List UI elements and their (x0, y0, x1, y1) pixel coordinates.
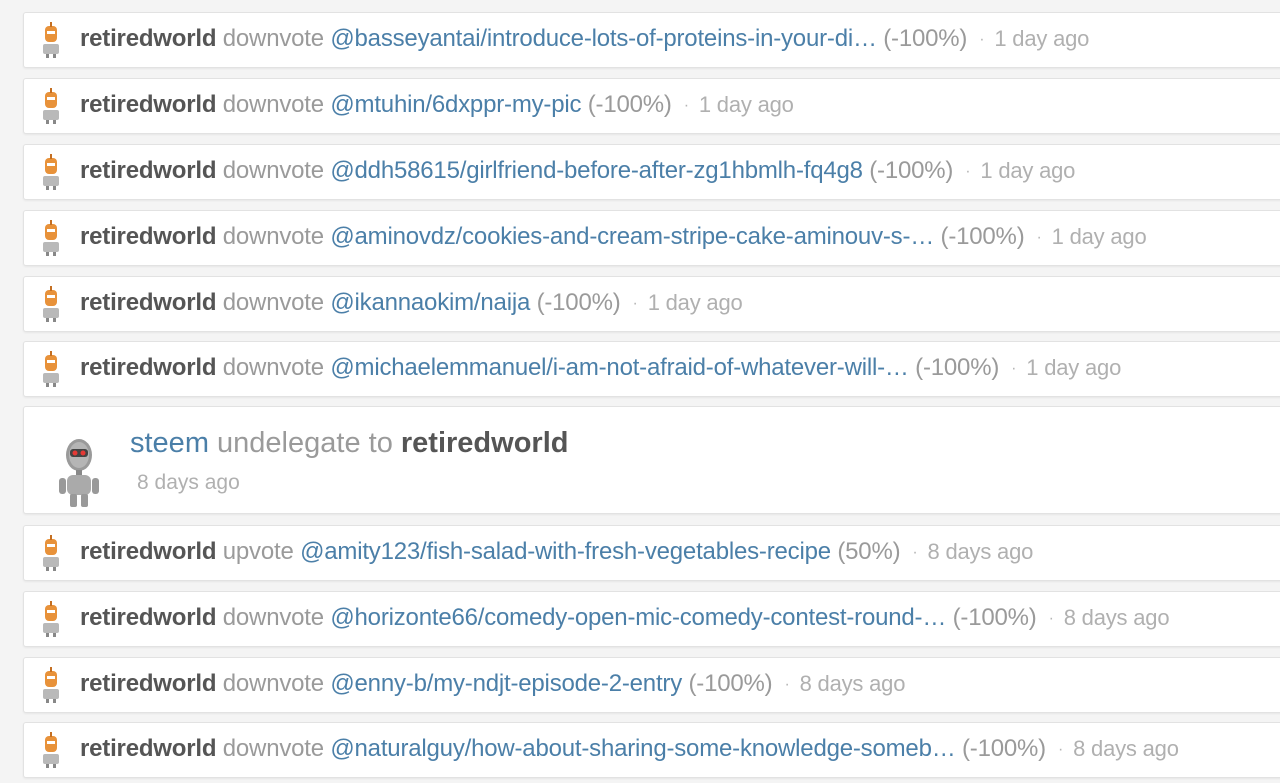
vote-weight: (-100%) (688, 669, 773, 697)
delegation-action: undelegate to (217, 427, 393, 459)
post-link[interactable]: @aminovdz/cookies-and-cream-stripe-cake-… (330, 223, 934, 250)
activity-item: retiredworld downvote @ddh58615/girlfrie… (23, 144, 1280, 200)
activity-item: retiredworld downvote @enny-b/my-ndjt-ep… (23, 657, 1280, 713)
vote-weight: (-100%) (952, 603, 1037, 631)
user-link[interactable]: retiredworld (80, 604, 216, 631)
action-text: downvote (222, 156, 324, 184)
robot-avatar-icon[interactable] (38, 534, 64, 572)
robot-avatar-icon[interactable] (38, 350, 64, 388)
user-link[interactable]: retiredworld (80, 354, 216, 381)
timestamp[interactable]: 8 days ago (137, 471, 240, 495)
timestamp[interactable]: 1 day ago (699, 92, 794, 117)
vote-weight: (-100%) (940, 222, 1025, 250)
robot-avatar-icon[interactable] (38, 731, 64, 769)
user-link[interactable]: retiredworld (80, 91, 216, 118)
action-text: downvote (222, 288, 324, 316)
separator: · (632, 294, 638, 312)
user-link[interactable]: retiredworld (80, 670, 216, 697)
timestamp[interactable]: 1 day ago (994, 26, 1089, 51)
user-link[interactable]: retiredworld (80, 223, 216, 250)
delegatee-link[interactable]: retiredworld (401, 427, 569, 459)
separator: · (1036, 228, 1042, 246)
post-link[interactable]: @basseyantai/introduce-lots-of-proteins-… (330, 25, 877, 52)
vote-weight: (-100%) (869, 156, 954, 184)
action-text: downvote (222, 734, 324, 762)
separator: · (1048, 609, 1054, 627)
vote-weight: (50%) (837, 537, 901, 565)
post-link[interactable]: @ddh58615/girlfriend-before-after-zg1hbm… (330, 157, 863, 184)
post-link[interactable]: @ikannaokim/naija (330, 289, 530, 316)
timestamp[interactable]: 1 day ago (648, 290, 743, 315)
timestamp[interactable]: 1 day ago (1026, 355, 1121, 380)
action-text: downvote (222, 222, 324, 250)
user-link[interactable]: retiredworld (80, 735, 216, 762)
timestamp[interactable]: 8 days ago (1064, 605, 1170, 630)
post-link[interactable]: @enny-b/my-ndjt-episode-2-entry (330, 670, 682, 697)
separator: · (979, 30, 985, 48)
action-text: downvote (222, 24, 324, 52)
separator: · (965, 162, 971, 180)
activity-item: retiredworld upvote @amity123/fish-salad… (23, 525, 1280, 581)
vote-weight: (-100%) (587, 90, 672, 118)
timestamp[interactable]: 1 day ago (980, 158, 1075, 183)
steem-robot-avatar-icon[interactable] (50, 435, 108, 507)
activity-item: retiredworld downvote @mtuhin/6dxppr-my-… (23, 78, 1280, 134)
user-link[interactable]: retiredworld (80, 25, 216, 52)
post-link[interactable]: @amity123/fish-salad-with-fresh-vegetabl… (300, 538, 831, 565)
robot-avatar-icon[interactable] (38, 21, 64, 59)
vote-weight: (-100%) (962, 734, 1046, 762)
robot-avatar-icon[interactable] (38, 285, 64, 323)
post-link[interactable]: @horizonte66/comedy-open-mic-comedy-cont… (330, 604, 946, 631)
user-link[interactable]: retiredworld (80, 157, 216, 184)
delegator-link[interactable]: steem (130, 427, 209, 459)
timestamp[interactable]: 8 days ago (1073, 736, 1179, 761)
delegation-item: steem undelegate to retiredworld 8 days … (23, 406, 1280, 514)
robot-avatar-icon[interactable] (38, 87, 64, 125)
activity-item: retiredworld downvote @aminovdz/cookies-… (23, 210, 1280, 266)
robot-avatar-icon[interactable] (38, 600, 64, 638)
action-text: downvote (222, 603, 324, 631)
separator: · (1011, 359, 1017, 377)
activity-item: retiredworld downvote @horizonte66/comed… (23, 591, 1280, 647)
activity-feed: retiredworld downvote @basseyantai/intro… (0, 0, 1280, 783)
action-text: upvote (222, 537, 294, 565)
separator: · (683, 96, 689, 114)
robot-avatar-icon[interactable] (38, 153, 64, 191)
user-link[interactable]: retiredworld (80, 538, 216, 565)
post-link[interactable]: @michaelemmanuel/i-am-not-afraid-of-what… (330, 354, 909, 381)
vote-weight: (-100%) (536, 288, 621, 316)
post-link[interactable]: @naturalguy/how-about-sharing-some-knowl… (330, 735, 955, 762)
activity-item: retiredworld downvote @ikannaokim/naija … (23, 276, 1280, 332)
activity-item: retiredworld downvote @basseyantai/intro… (23, 12, 1280, 68)
activity-item: retiredworld downvote @michaelemmanuel/i… (23, 341, 1280, 397)
action-text: downvote (222, 669, 324, 697)
post-link[interactable]: @mtuhin/6dxppr-my-pic (330, 91, 581, 118)
vote-weight: (-100%) (883, 24, 968, 52)
user-link[interactable]: retiredworld (80, 289, 216, 316)
separator: · (1057, 740, 1064, 758)
robot-avatar-icon[interactable] (38, 666, 64, 704)
vote-weight: (-100%) (915, 353, 1000, 381)
timestamp[interactable]: 8 days ago (800, 671, 906, 696)
separator: · (912, 543, 918, 561)
activity-item: retiredworld downvote @naturalguy/how-ab… (23, 722, 1280, 778)
robot-avatar-icon[interactable] (38, 219, 64, 257)
timestamp[interactable]: 1 day ago (1052, 224, 1147, 249)
action-text: downvote (222, 90, 324, 118)
action-text: downvote (222, 353, 324, 381)
timestamp[interactable]: 8 days ago (928, 539, 1034, 564)
separator: · (784, 675, 790, 693)
